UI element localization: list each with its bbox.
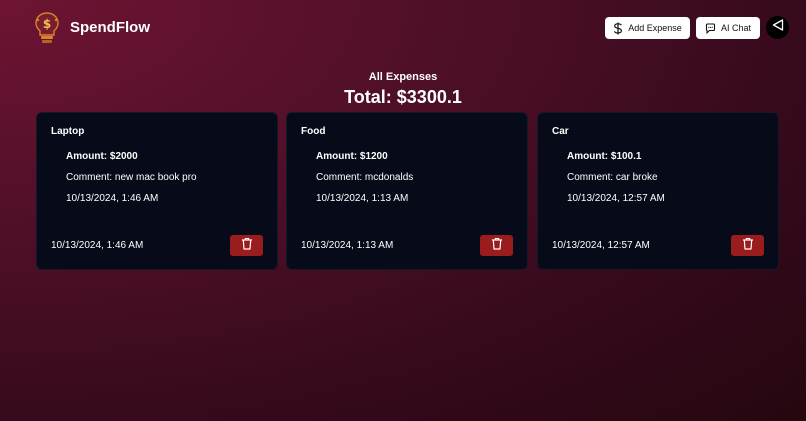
trash-icon — [491, 237, 503, 255]
expense-date: 10/13/2024, 1:13 AM — [316, 193, 409, 204]
expense-comment: Comment: mcdonalds — [316, 172, 414, 183]
app-name: SpendFlow — [70, 19, 150, 36]
expense-comment: Comment: car broke — [567, 172, 658, 183]
expense-comment: Comment: new mac book pro — [66, 172, 197, 183]
dollar-icon — [613, 22, 623, 35]
expense-card: Food Amount: $1200 Comment: mcdonalds 10… — [286, 112, 528, 270]
expense-date: 10/13/2024, 1:46 AM — [66, 193, 159, 204]
total-amount: Total: $3300.1 — [344, 87, 462, 107]
expense-footer-date: 10/13/2024, 12:57 AM — [552, 240, 650, 251]
expense-card: Car Amount: $100.1 Comment: car broke 10… — [537, 112, 779, 270]
expense-amount: Amount: $100.1 — [567, 151, 642, 162]
expense-title: Food — [301, 126, 326, 137]
expense-title: Car — [552, 126, 569, 137]
expense-footer-date: 10/13/2024, 1:13 AM — [301, 240, 394, 251]
spendflow-logo-icon[interactable]: $ — [34, 11, 60, 45]
expenses-summary: All Expenses Total: $3300.1 — [0, 70, 806, 109]
ai-chat-label: AI Chat — [720, 23, 751, 33]
expense-cards: Laptop Amount: $2000 Comment: new mac bo… — [36, 112, 779, 270]
expense-date: 10/13/2024, 12:57 AM — [567, 193, 665, 204]
add-expense-button[interactable]: Add Expense — [605, 17, 690, 39]
collapse-panel-button[interactable] — [766, 16, 789, 39]
expense-card: Laptop Amount: $2000 Comment: new mac bo… — [36, 112, 278, 270]
expense-title: Laptop — [51, 126, 85, 137]
trash-icon — [241, 237, 253, 255]
add-expense-label: Add Expense — [628, 23, 682, 33]
delete-expense-button[interactable] — [731, 235, 764, 256]
expense-footer-date: 10/13/2024, 1:46 AM — [51, 240, 144, 251]
svg-text:$: $ — [43, 17, 51, 31]
triangle-left-icon — [771, 18, 785, 37]
trash-icon — [742, 237, 754, 255]
expense-amount: Amount: $2000 — [66, 151, 138, 162]
expense-amount: Amount: $1200 — [316, 151, 388, 162]
ai-chat-button[interactable]: AI Chat — [696, 17, 760, 39]
chat-bubble-icon — [705, 22, 716, 34]
top-header: $ SpendFlow Add Expense AI Chat — [0, 0, 806, 56]
delete-expense-button[interactable] — [230, 235, 263, 256]
all-expenses-heading: All Expenses — [368, 71, 438, 83]
delete-expense-button[interactable] — [480, 235, 513, 256]
